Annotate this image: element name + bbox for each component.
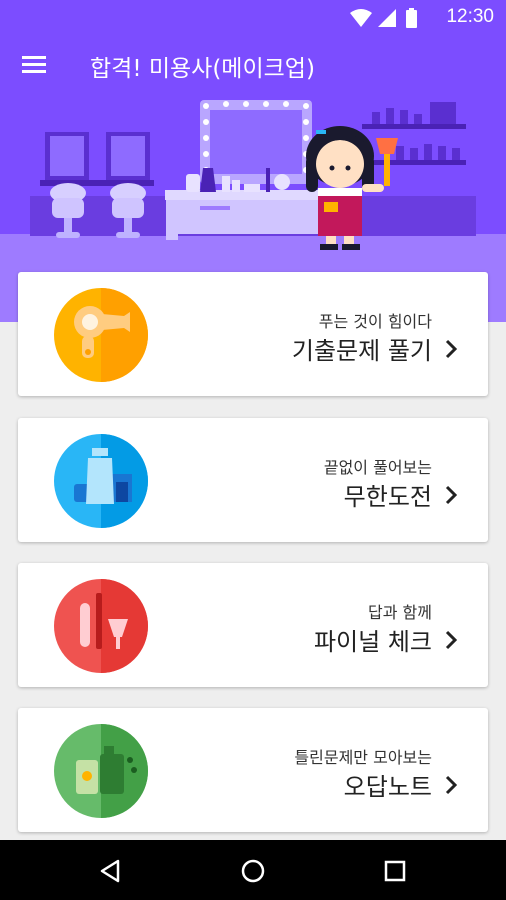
recents-button[interactable] bbox=[378, 854, 412, 888]
signal-icon bbox=[378, 9, 396, 27]
app-title: 합격! 미용사(메이크업) bbox=[90, 56, 315, 82]
sunscreen-icon bbox=[54, 724, 148, 818]
card-title: 무한도전 bbox=[343, 483, 432, 511]
app-bar: 합격! 미용사(메이크업) bbox=[0, 34, 506, 98]
status-bar: 12:30 bbox=[0, 0, 506, 34]
card-wrong-answers[interactable]: 틀린문제만 모아보는 오답노트 bbox=[18, 708, 488, 832]
home-icon bbox=[241, 859, 265, 883]
menu-button[interactable] bbox=[14, 44, 56, 86]
navigation-bar bbox=[0, 840, 506, 900]
chevron-right-icon bbox=[445, 775, 458, 795]
card-title: 기출문제 풀기 bbox=[291, 337, 432, 365]
hair-dryer-icon bbox=[54, 288, 148, 382]
status-time: 12:30 bbox=[446, 6, 494, 27]
battery-icon bbox=[406, 8, 417, 28]
menu-icon bbox=[22, 56, 46, 73]
back-icon bbox=[100, 859, 120, 883]
card-title: 파이널 체크 bbox=[313, 628, 432, 656]
card-past-exams[interactable]: 푸는 것이 힘이다 기출문제 풀기 bbox=[18, 272, 488, 396]
cosmetics-bottles-icon bbox=[54, 434, 148, 528]
card-subtitle: 푸는 것이 힘이다 bbox=[318, 312, 432, 331]
back-button[interactable] bbox=[94, 854, 128, 888]
home-button[interactable] bbox=[236, 854, 270, 888]
card-title: 오답노트 bbox=[343, 773, 432, 801]
card-subtitle: 답과 함께 bbox=[368, 603, 432, 622]
chevron-right-icon bbox=[445, 485, 458, 505]
chevron-right-icon bbox=[445, 339, 458, 359]
status-icons bbox=[348, 7, 428, 33]
chevron-right-icon bbox=[445, 630, 458, 650]
wifi-icon bbox=[350, 9, 372, 27]
card-infinite-challenge[interactable]: 끝없이 풀어보는 무한도전 bbox=[18, 418, 488, 542]
card-final-check[interactable]: 답과 함께 파이널 체크 bbox=[18, 563, 488, 687]
recents-icon bbox=[384, 860, 406, 882]
makeup-brushes-icon bbox=[54, 579, 148, 673]
card-subtitle: 끝없이 풀어보는 bbox=[323, 458, 432, 477]
card-subtitle: 틀린문제만 모아보는 bbox=[294, 748, 432, 767]
